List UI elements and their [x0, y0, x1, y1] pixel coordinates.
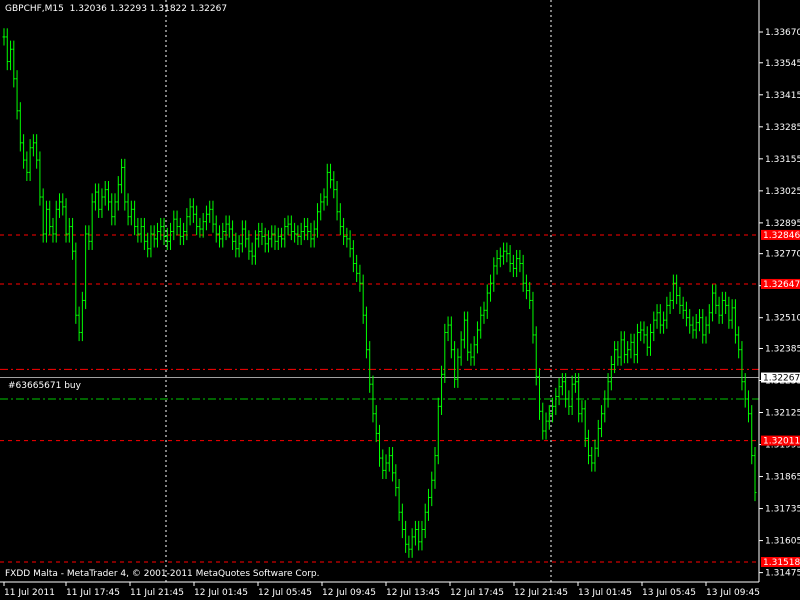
x-tick-label: 13 Jul 09:45 [706, 588, 760, 598]
y-tick-label: 1.33415 [765, 91, 800, 101]
x-tick-label: 12 Jul 21:45 [514, 588, 568, 598]
level-label: 1.32647 [763, 280, 800, 290]
y-tick-label: 1.33285 [765, 123, 800, 133]
candle-series [2, 28, 757, 558]
current-price-label: 1.32267 [763, 374, 800, 384]
x-tick-label: 13 Jul 05:45 [642, 588, 696, 598]
y-tick-label: 1.32770 [765, 250, 800, 260]
y-tick-label: 1.31605 [765, 537, 800, 547]
x-tick-label: 13 Jul 01:45 [578, 588, 632, 598]
y-tick-label: 1.32895 [765, 219, 800, 229]
x-tick-label: 11 Jul 2011 [4, 588, 55, 598]
y-tick-label: 1.32385 [765, 344, 800, 354]
level-label: 1.32011 [763, 437, 800, 447]
level-label: 1.32846 [763, 231, 800, 241]
y-tick-label: 1.32125 [765, 409, 800, 419]
symbol-label: GBPCHF,M15 [5, 4, 64, 14]
chart-header: GBPCHF,M15 1.32036 1.32293 1.31822 1.322… [5, 4, 227, 14]
x-tick-label: 12 Jul 13:45 [386, 588, 440, 598]
y-tick-label: 1.31735 [765, 505, 800, 515]
y-axis-ticks: 1.33670 1.33545 1.33415 1.33285 1.33155 1.330… [759, 28, 800, 579]
y-tick-label: 1.32510 [765, 314, 800, 324]
y-tick-label: 1.31475 [765, 569, 800, 579]
level-lines [0, 234, 759, 563]
y-tick-label: 1.31865 [765, 473, 800, 483]
x-tick-label: 12 Jul 05:45 [258, 588, 312, 598]
x-tick-label: 12 Jul 09:45 [322, 588, 376, 598]
y-tick-label: 1.33670 [765, 28, 800, 38]
y-tick-label: 1.33155 [765, 155, 800, 165]
grid-layer [165, 0, 552, 582]
y-tick-label: 1.33545 [765, 59, 800, 69]
level-label: 1.31518 [763, 558, 800, 568]
x-tick-label: 12 Jul 17:45 [450, 588, 504, 598]
chart-canvas: 1.33670 1.33545 1.33415 1.33285 1.33155 1.330… [0, 0, 800, 598]
order-label: #63665671 buy [8, 381, 81, 391]
price-axis [0, 0, 760, 583]
copyright-footer: FXDD Malta - MetaTrader 4, © 2001-2011 M… [5, 569, 320, 579]
y-tick-label: 1.33025 [765, 187, 800, 197]
level-price-labels: 1.32846 1.32647 1.32011 1.31518 1.32267 [761, 229, 800, 568]
x-axis-ticks: 11 Jul 2011 11 Jul 17:45 11 Jul 21:45 12 Ju… [3, 582, 760, 598]
x-tick-label: 11 Jul 17:45 [66, 588, 120, 598]
ohlc-values: 1.32036 1.32293 1.31822 1.32267 [69, 4, 228, 14]
x-tick-label: 11 Jul 21:45 [130, 588, 184, 598]
x-tick-label: 12 Jul 01:45 [194, 588, 248, 598]
